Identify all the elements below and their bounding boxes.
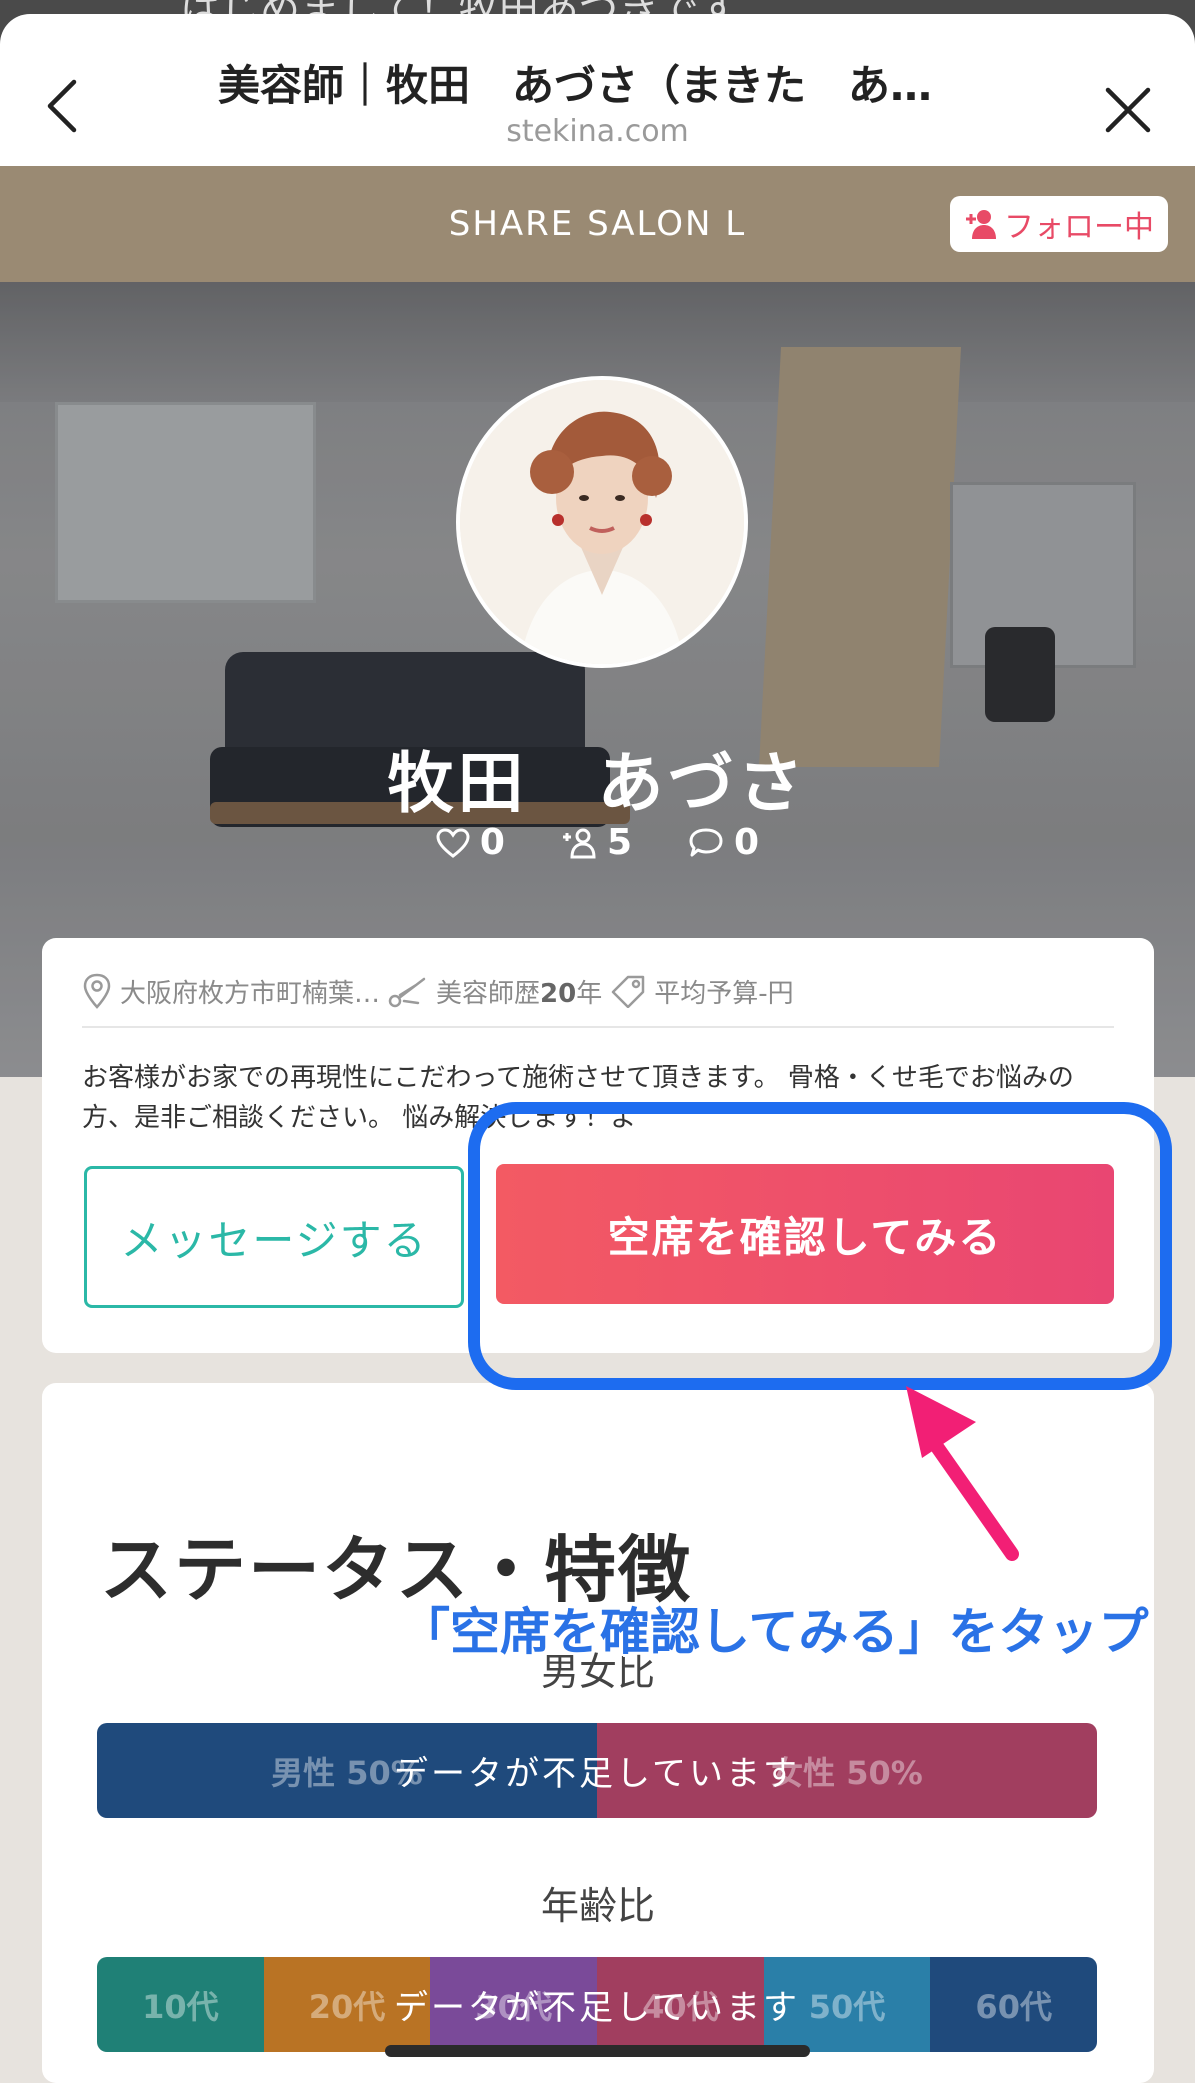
scissors-icon [388,977,426,1008]
follow-button[interactable]: フォロー中 [950,196,1168,252]
avatar-portrait [460,380,744,664]
comment-icon [689,828,723,856]
salon-banner: SHARE SALON L フォロー中 [0,166,1195,282]
info-row: 大阪府枚方市町楠葉… 美容師歴20年 平均予算-円 [82,968,1122,1014]
stylist-stats: 0 5 0 [0,822,1195,863]
followers-count: 5 [606,822,633,863]
experience-years: 20 [540,978,577,1009]
user-plus-icon [966,210,996,239]
stylist-avatar[interactable] [456,376,748,668]
location-pin-icon [83,973,111,1009]
divider [82,1026,1114,1028]
sheet-header: 美容師｜牧田 あづさ（まきた あ… stekina.com [0,14,1195,166]
experience-prefix: 美容師歴 [436,978,541,1009]
close-icon[interactable] [1100,82,1156,138]
back-chevron-icon[interactable] [40,76,84,136]
gender-insufficient-data: データが不足しています [394,1754,800,1794]
budget-info: 平均予算-円 [610,973,794,1010]
follow-label: フォロー中 [1004,210,1154,245]
page-title: 美容師｜牧田 あづさ（まきた あ… [217,61,932,110]
experience-text: 美容師歴20年 [436,973,602,1010]
location-info[interactable]: 大阪府枚方市町楠葉… [82,973,380,1010]
heart-icon [436,827,470,858]
follower-icon [562,828,596,858]
age-ratio-label: 年齢比 [540,1884,655,1928]
comments-stat[interactable]: 0 [688,822,759,863]
age-insufficient-data: データが不足しています [394,1988,800,2028]
location-text: 大阪府枚方市町楠葉… [120,978,381,1009]
tutorial-caption: 「空席を確認してみる」をタップ [400,1603,1149,1661]
experience-info: 美容師歴20年 [388,973,602,1010]
stylist-name: 牧田 あづさ [387,745,808,822]
price-tag-icon [611,975,645,1008]
followers-stat[interactable]: 5 [561,822,632,863]
likes-count: 0 [479,822,505,863]
tutorial-highlight-frame [468,1102,1172,1390]
budget-text: 平均予算-円 [654,978,794,1009]
page-domain: stekina.com [506,114,689,149]
experience-unit: 年 [576,978,603,1009]
likes-stat[interactable]: 0 [436,822,505,863]
message-button[interactable]: メッセージする [84,1166,464,1308]
comments-count: 0 [734,822,760,863]
home-indicator[interactable] [385,2045,810,2057]
pointer-arrow-icon [906,1386,1019,1561]
